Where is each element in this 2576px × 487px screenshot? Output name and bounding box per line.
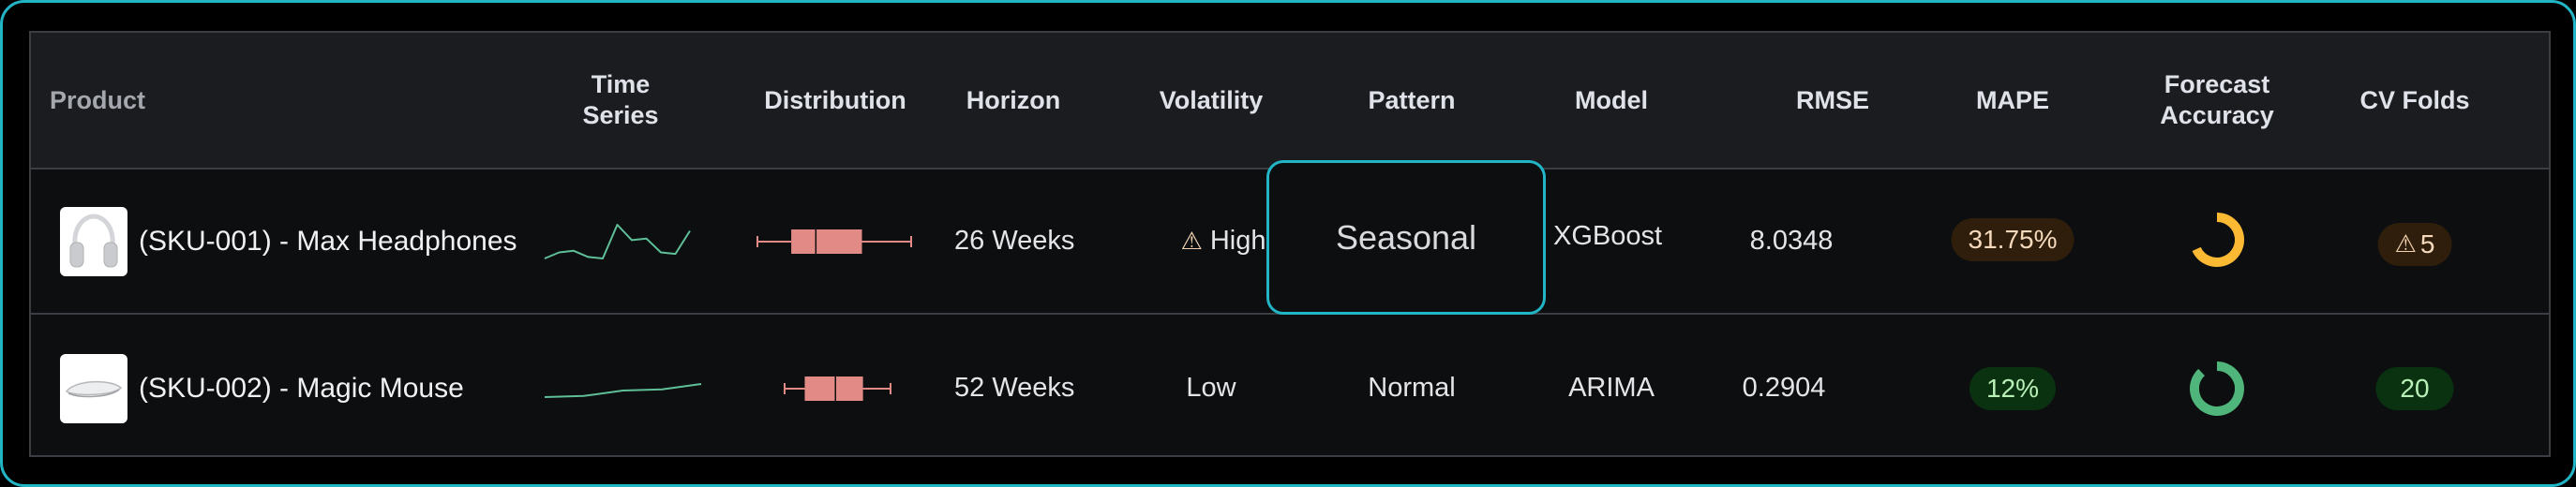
col-header-label: CV Folds — [2359, 85, 2470, 114]
col-header-rmse[interactable]: RMSE — [1796, 33, 1869, 168]
distribution-cell — [756, 170, 915, 313]
cv-folds-value: 5 — [2419, 229, 2435, 258]
table-header: Product Time Series Distribution Horizon … — [31, 33, 2549, 170]
sparkline-path — [544, 382, 702, 398]
volatility-value: High — [1209, 226, 1266, 256]
mape-badge: 31.75% — [1951, 217, 2074, 261]
pattern-value: Normal — [1368, 373, 1456, 403]
col-header-label: Distribution — [764, 85, 906, 114]
col-header-label: Pattern — [1368, 85, 1456, 114]
col-header-label: Product — [50, 85, 146, 114]
forecast-table: Product Time Series Distribution Horizon … — [29, 31, 2551, 457]
mouse-icon — [65, 380, 123, 397]
mape-cell: 31.75% — [1951, 168, 2074, 311]
col-header-cv-folds[interactable]: CV Folds — [2359, 33, 2469, 168]
col-header-label: RMSE — [1795, 85, 1870, 114]
distribution-cell — [756, 316, 915, 461]
horizon-value: 26 Weeks — [954, 226, 1075, 256]
col-header-distribution[interactable]: Distribution — [764, 33, 906, 168]
mape-cell: 12% — [1969, 316, 2057, 461]
mape-badge: 12% — [1969, 366, 2057, 410]
accuracy-arc — [2190, 361, 2244, 416]
product-name: (SKU-001) - Max Headphones — [139, 225, 517, 257]
headphones-icon — [69, 213, 118, 267]
boxplot — [784, 376, 891, 401]
warning-icon: ⚠ — [2394, 229, 2417, 258]
model-cell: XGBoost — [1553, 165, 1662, 308]
table-row[interactable]: (SKU-002) - Magic Mouse 52 Weeks Low Nor… — [31, 316, 2549, 461]
boxplot-box — [791, 229, 862, 254]
col-header-forecast-accuracy[interactable]: Forecast Accuracy — [2160, 33, 2274, 168]
col-header-time-series[interactable]: Time Series — [582, 33, 658, 168]
accuracy-donut — [2192, 212, 2244, 267]
pattern-cell-selected[interactable]: Seasonal — [1266, 160, 1546, 315]
col-header-label: Volatility — [1159, 85, 1264, 114]
col-header-product[interactable]: Product — [50, 33, 145, 168]
col-header-volatility[interactable]: Volatility — [1160, 33, 1264, 168]
product-name: (SKU-002) - Magic Mouse — [139, 372, 464, 404]
rmse-cell: 8.0348 — [1750, 170, 1834, 313]
volatility-value: Low — [1186, 373, 1236, 403]
forecast-accuracy-cell — [2187, 316, 2247, 461]
cv-folds-badge: ⚠ 5 — [2377, 222, 2452, 266]
pattern-value: Seasonal — [1335, 217, 1477, 257]
rmse-value: 8.0348 — [1749, 226, 1834, 256]
rmse-value: 0.2904 — [1742, 373, 1826, 403]
product-cell[interactable]: (SKU-002) - Magic Mouse — [60, 316, 464, 461]
sparkline — [544, 223, 691, 259]
time-series-cell — [541, 316, 702, 461]
col-header-horizon[interactable]: Horizon — [966, 33, 1061, 168]
pattern-cell[interactable]: Normal — [1368, 316, 1455, 461]
sparkline-path — [544, 223, 691, 259]
app-frame: Product Time Series Distribution Horizon … — [0, 0, 2576, 487]
horizon-cell: 52 Weeks — [954, 316, 1074, 461]
volatility-cell: Low — [1186, 316, 1236, 461]
col-header-label: Forecast — [2164, 70, 2270, 98]
accuracy-donut — [2190, 361, 2244, 416]
mouse-image — [60, 353, 127, 423]
col-header-label: Time — [591, 70, 651, 98]
model-cell: ARIMA — [1568, 316, 1655, 461]
col-header-label: Series — [582, 101, 659, 129]
sparkline — [544, 382, 702, 398]
warning-icon: ⚠ — [1180, 227, 1203, 255]
product-cell[interactable]: (SKU-001) - Max Headphones — [60, 170, 517, 313]
rmse-cell: 0.2904 — [1743, 316, 1826, 461]
col-header-label: Horizon — [966, 85, 1061, 114]
cv-folds-cell: 20 — [2375, 316, 2454, 461]
col-header-label: Accuracy — [2160, 101, 2274, 129]
accuracy-arc — [2192, 212, 2244, 267]
volatility-cell: ⚠ High — [1181, 170, 1266, 313]
col-header-model[interactable]: Model — [1575, 33, 1648, 168]
table-row[interactable]: (SKU-001) - Max Headphones 26 Weeks ⚠ Hi… — [31, 160, 2549, 316]
headphones-image — [60, 206, 127, 276]
model-value: ARIMA — [1568, 373, 1655, 403]
col-header-mape[interactable]: MAPE — [1976, 33, 2049, 168]
cv-folds-badge: 20 — [2375, 366, 2454, 410]
forecast-accuracy-cell — [2187, 168, 2247, 311]
cv-folds-cell: ⚠ 5 — [2377, 172, 2452, 316]
time-series-cell — [541, 170, 700, 313]
horizon-value: 52 Weeks — [954, 373, 1075, 403]
col-header-label: MAPE — [1975, 85, 2050, 114]
col-header-pattern[interactable]: Pattern — [1368, 33, 1455, 168]
horizon-cell: 26 Weeks — [954, 170, 1074, 313]
model-value: XGBoost — [1553, 221, 1663, 251]
boxplot — [756, 229, 912, 254]
col-header-label: Model — [1575, 85, 1648, 114]
boxplot-box — [804, 376, 863, 401]
